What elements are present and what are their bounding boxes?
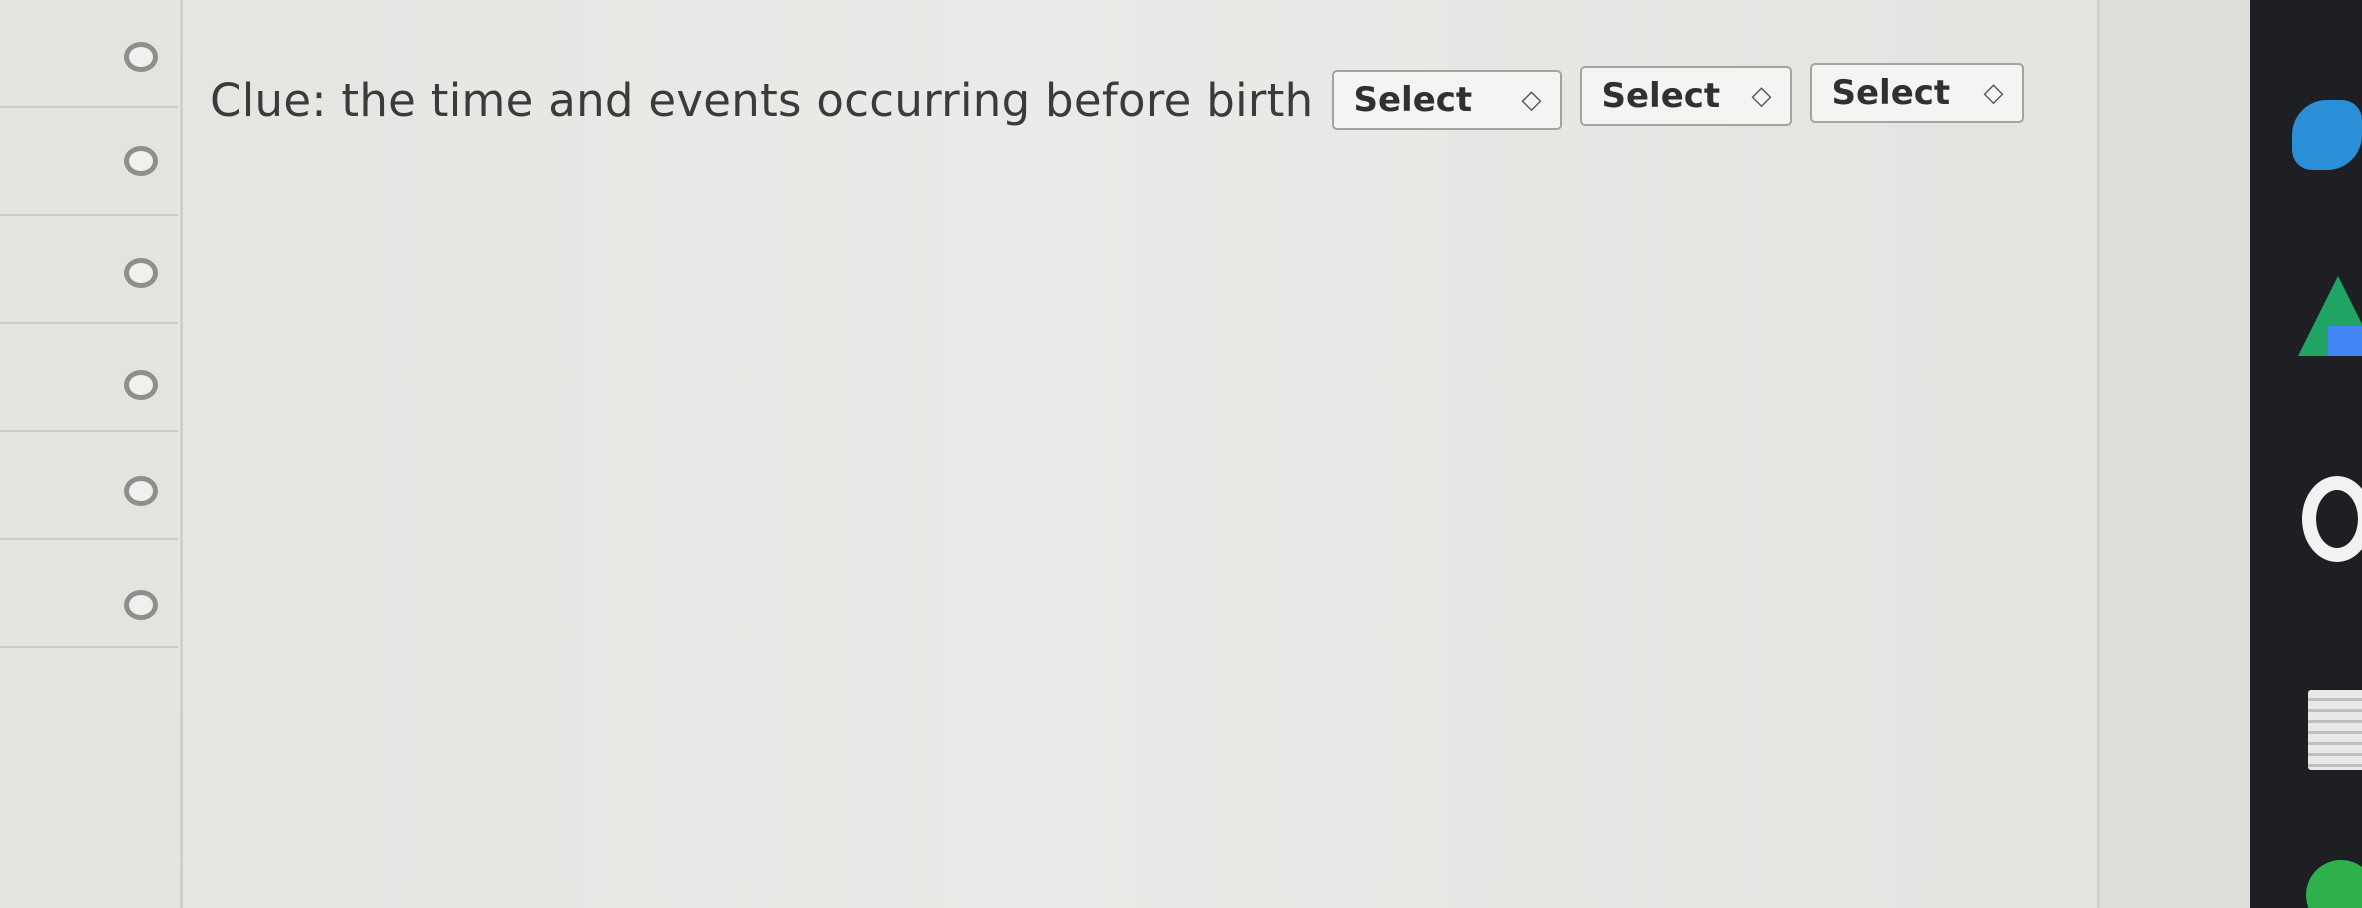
- radio-option-row[interactable]: [0, 540, 178, 648]
- radio-option-row[interactable]: [0, 108, 178, 216]
- chrome-icon[interactable]: [2302, 476, 2362, 562]
- answer-select-2[interactable]: Select ◇: [1579, 66, 1792, 126]
- chevron-up-down-icon: ◇: [1521, 85, 1542, 115]
- chevron-up-down-icon: ◇: [1983, 78, 2004, 108]
- clue-text: Clue: the time and events occurring befo…: [210, 73, 1314, 127]
- radio-option-row[interactable]: [0, 0, 178, 108]
- answer-select-3[interactable]: Select ◇: [1809, 63, 2024, 123]
- select-value: Select: [1601, 76, 1721, 116]
- radio-button-icon[interactable]: [124, 370, 158, 400]
- dock: [2250, 0, 2362, 908]
- radio-button-icon[interactable]: [124, 258, 158, 288]
- radio-option-row[interactable]: [0, 324, 178, 432]
- notes-icon[interactable]: [2308, 690, 2362, 770]
- select-value: Select: [1831, 73, 1951, 113]
- google-drive-icon[interactable]: [2298, 276, 2362, 356]
- chevron-up-down-icon: ◇: [1751, 81, 1772, 111]
- right-margin: [2100, 0, 2250, 908]
- radio-button-icon[interactable]: [124, 146, 158, 176]
- radio-button-icon[interactable]: [124, 476, 158, 506]
- select-value: Select: [1353, 80, 1473, 120]
- radio-option-row[interactable]: [0, 432, 178, 540]
- cloud-app-icon[interactable]: [2292, 100, 2362, 170]
- radio-button-icon[interactable]: [124, 590, 158, 620]
- answer-select-1[interactable]: Select ◇: [1331, 70, 1562, 130]
- clue-row: Clue: the time and events occurring befo…: [210, 63, 2024, 130]
- green-app-icon[interactable]: [2306, 860, 2362, 908]
- radio-option-row[interactable]: [0, 216, 178, 324]
- screen: Clue: the time and events occurring befo…: [0, 0, 2362, 908]
- radio-option-column: [0, 0, 178, 908]
- radio-button-icon[interactable]: [124, 42, 158, 72]
- question-panel: [183, 0, 2098, 908]
